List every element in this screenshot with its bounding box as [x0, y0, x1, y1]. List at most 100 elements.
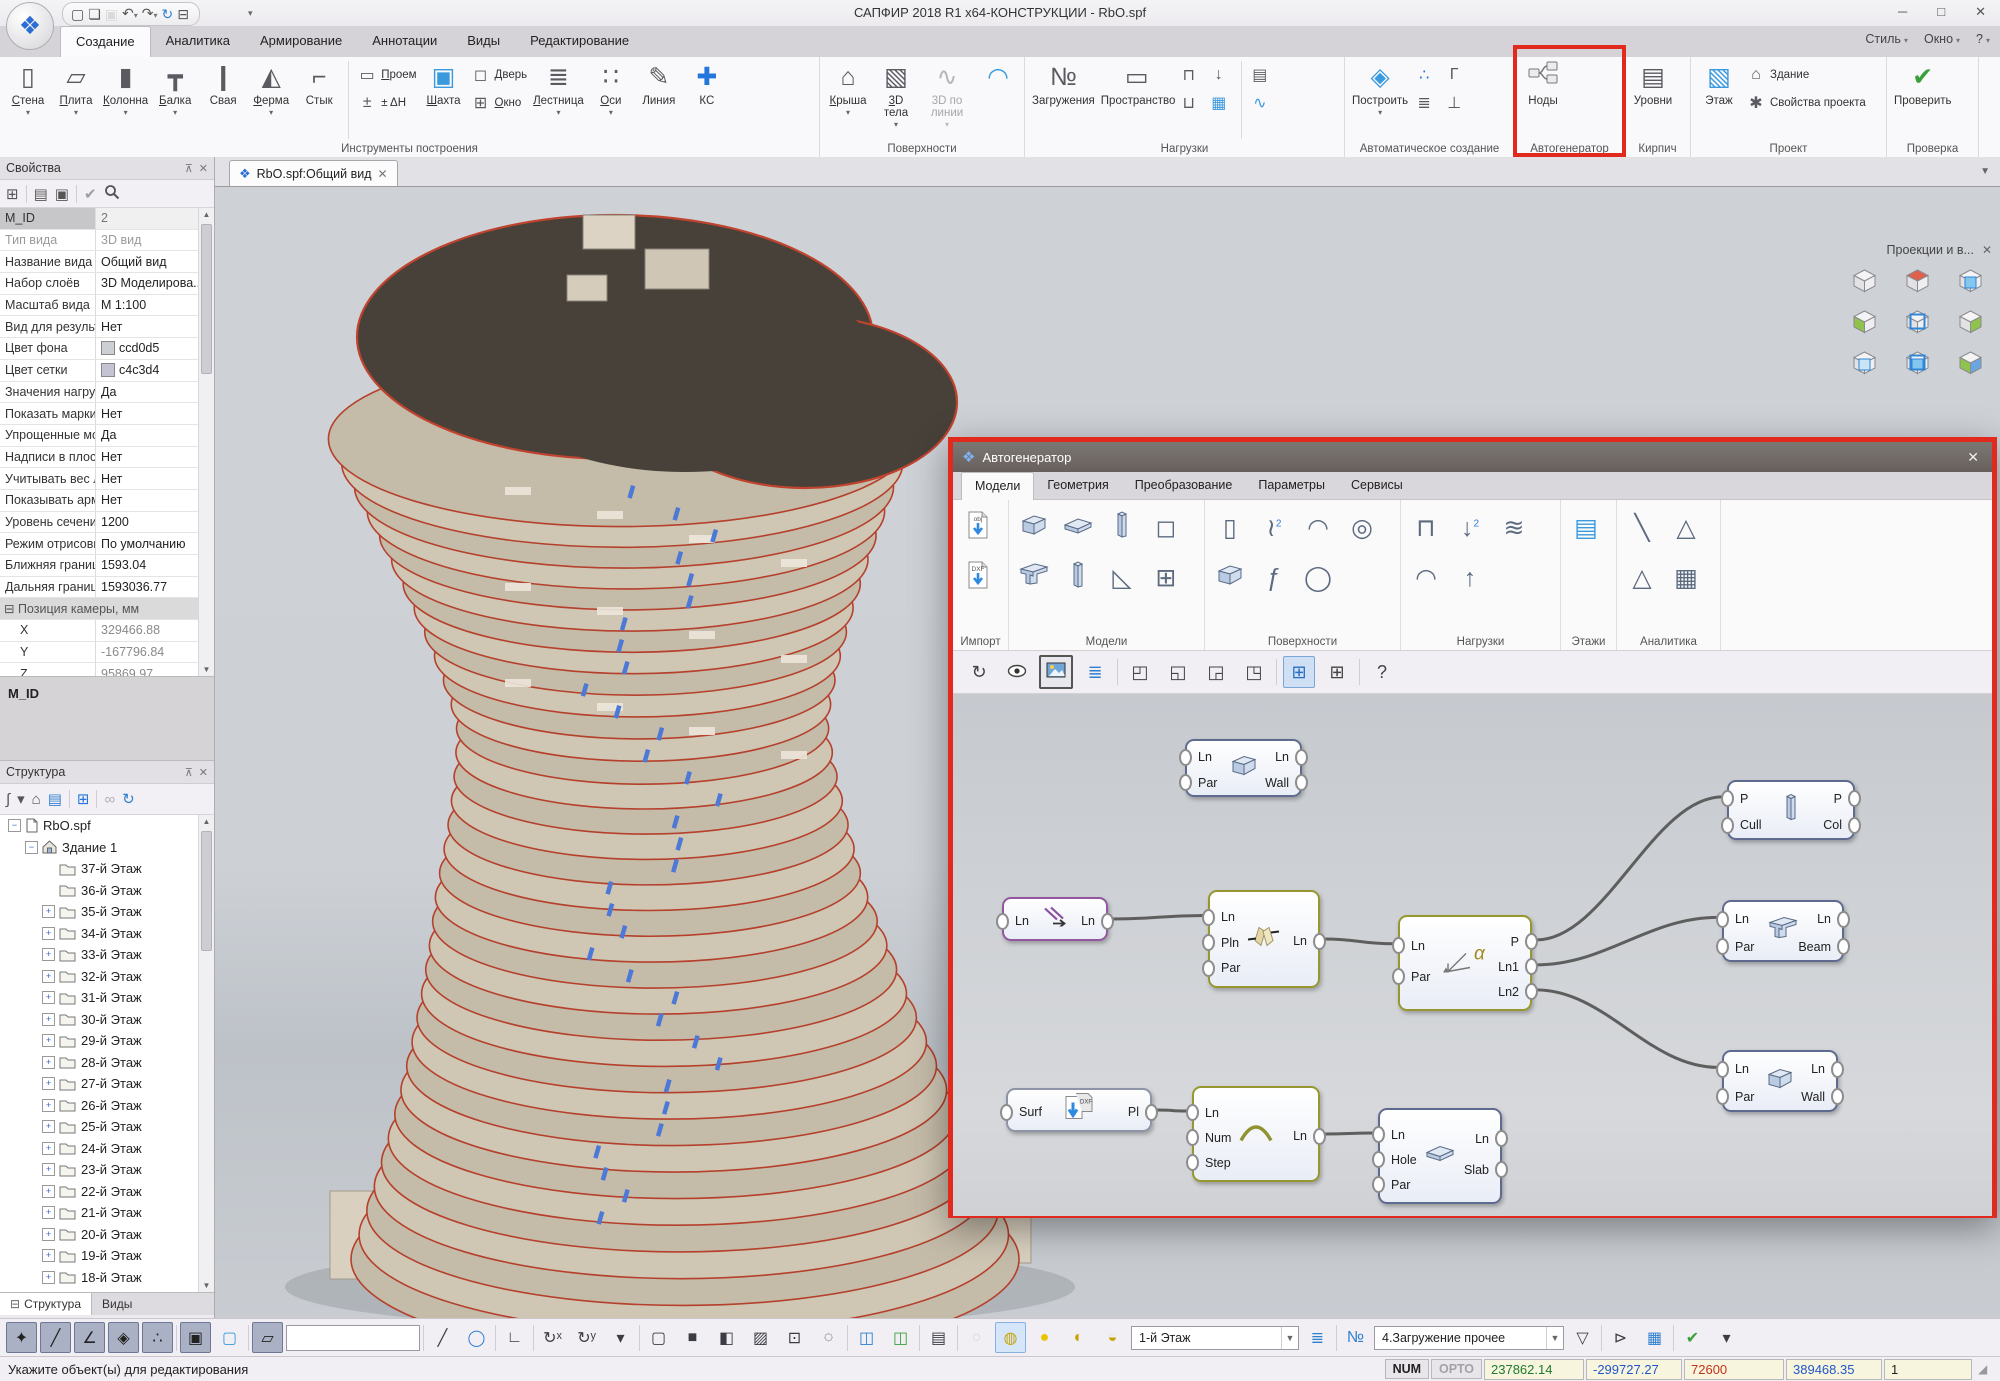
tree-item-21-й Этаж[interactable]: +21-й Этаж	[0, 1202, 214, 1224]
node-split[interactable]: LnPlnParLn	[1208, 890, 1320, 988]
redo-icon[interactable]: ↷▾	[142, 3, 158, 26]
tree-item-29-й Этаж[interactable]: +29-й Этаж	[0, 1030, 214, 1052]
filter-icon[interactable]: ∫	[6, 791, 10, 808]
tree-item-20-й Этаж[interactable]: +20-й Этаж	[0, 1224, 214, 1246]
f-surface-icon[interactable]: ƒ	[1253, 556, 1295, 600]
node-arc[interactable]: LnNumStepLn	[1192, 1086, 1320, 1182]
circle-icon[interactable]: ◯	[461, 1322, 492, 1353]
add-frame-icon[interactable]: ⊞	[77, 790, 90, 808]
wall-icon[interactable]	[1013, 506, 1055, 550]
point-load-icon[interactable]: ↓2	[1449, 506, 1491, 550]
expand-icon[interactable]: +	[42, 1034, 55, 1047]
input-port-Ln[interactable]	[1716, 1061, 1729, 1078]
ribbon-button-Ноды[interactable]: Ноды	[1519, 59, 1567, 107]
ribbon-button-floors-gen-icon[interactable]: ≣	[1414, 91, 1438, 115]
tree-item-23-й Этаж[interactable]: +23-й Этаж	[0, 1159, 214, 1181]
input-port-Ln[interactable]	[1186, 1104, 1199, 1121]
ribbon-button-Колонна[interactable]: ▮Колонна▾	[100, 59, 151, 117]
solid-icon[interactable]: ■	[677, 1322, 708, 1353]
property-value[interactable]: М 1:100	[96, 295, 200, 316]
property-value[interactable]: 1200	[96, 512, 200, 533]
dropdown-arrow-icon[interactable]: ▾	[154, 11, 158, 20]
expand-icon[interactable]: +	[42, 1099, 55, 1112]
ribbon-button-Лестница[interactable]: ≣Лестница▾	[530, 59, 587, 117]
property-value[interactable]: ccd0d5	[96, 338, 200, 359]
tree-item-35-й Этаж[interactable]: +35-й Этаж	[0, 901, 214, 923]
right-view-icon[interactable]	[1957, 308, 1984, 340]
fit-view-icon[interactable]	[1904, 349, 1931, 381]
update-model-icon[interactable]: ↻	[162, 4, 174, 24]
node-canvas[interactable]: LnParLnWallLnLnLnPlnParLnαLnParPLn1Ln2PC…	[953, 694, 1992, 1216]
autogen-tab-Параметры[interactable]: Параметры	[1245, 472, 1338, 499]
tree-item-28-й Этаж[interactable]: +28-й Этаж	[0, 1052, 214, 1074]
layout-grid-icon[interactable]: ⊞	[1321, 656, 1353, 688]
left-view-icon[interactable]	[1851, 308, 1878, 340]
property-value[interactable]: Общий вид	[96, 251, 200, 272]
menu-?[interactable]: ?▾	[1976, 32, 1990, 46]
scroll-thumb[interactable]	[201, 224, 212, 374]
tab-Армирование[interactable]: Армирование	[245, 26, 357, 57]
floor-stack-icon[interactable]: ≣	[1302, 1322, 1333, 1353]
node-col[interactable]: PCullPCol	[1727, 780, 1855, 840]
expand-icon[interactable]: +	[42, 1271, 55, 1284]
snap-perp-icon[interactable]: ∠	[74, 1322, 105, 1353]
revolve-icon[interactable]: ◎	[1341, 506, 1383, 550]
property-group-row[interactable]: ⊟ Позиция камеры, мм	[0, 598, 200, 620]
panel-tab-Структура[interactable]: ⊟Структура	[0, 1293, 92, 1315]
input-port-Ln[interactable]	[1372, 1126, 1385, 1143]
expand-icon[interactable]: +	[42, 905, 55, 918]
hidden-cube-icon[interactable]: ◌	[813, 1322, 844, 1353]
tree-item-31-й Этаж[interactable]: +31-й Этаж	[0, 987, 214, 1009]
close-icon[interactable]: ✕	[1963, 449, 1983, 466]
tree-item-22-й Этаж[interactable]: +22-й Этаж	[0, 1181, 214, 1203]
multi-load-icon[interactable]: ≋	[1493, 506, 1535, 550]
scroll-up-icon[interactable]: ▲	[199, 817, 214, 826]
ribbon-button-Линия[interactable]: ✎Линия	[635, 59, 683, 107]
menu-Стиль[interactable]: Стиль▾	[1865, 32, 1908, 46]
shell-icon[interactable]: ◠	[1297, 506, 1339, 550]
split-view-icon[interactable]	[1957, 349, 1984, 381]
pin-icon[interactable]: ⊼	[185, 766, 193, 779]
output-port-Ln[interactable]	[1313, 933, 1326, 950]
input-port-Hole[interactable]	[1372, 1151, 1385, 1168]
output-port-Col[interactable]	[1848, 817, 1861, 834]
ribbon-button-Стык[interactable]: ⌐Стык	[295, 59, 343, 107]
close-icon[interactable]: ✕	[378, 167, 388, 181]
autogen-tab-Модели[interactable]: Модели	[961, 472, 1034, 500]
scroll-up-icon[interactable]: ▲	[199, 210, 214, 219]
input-port-Pln[interactable]	[1202, 934, 1215, 951]
output-port-Slab[interactable]	[1495, 1161, 1508, 1178]
ribbon-button-Плита[interactable]: ▱Плита▾	[52, 59, 100, 117]
output-port-Beam[interactable]	[1837, 938, 1850, 955]
spline-pair-icon[interactable]: ≀2	[1253, 506, 1295, 550]
structure-scrollbar[interactable]: ▲▼	[198, 815, 214, 1292]
bulb-object-icon[interactable]: ◐	[1063, 1322, 1094, 1353]
property-value[interactable]: 3D Моделирова...	[96, 273, 200, 294]
ribbon-button-3D по линии[interactable]: ∿3D по линии▾	[920, 59, 974, 129]
autogen-tab-Геометрия[interactable]: Геометрия	[1034, 472, 1121, 499]
ribbon-button-3D тела[interactable]: ▧3D тела▾	[872, 59, 920, 129]
input-port-Ln[interactable]	[1202, 909, 1215, 926]
output-port-Wall[interactable]	[1831, 1088, 1844, 1105]
point-arc-load-icon[interactable]: ↑	[1449, 556, 1491, 600]
input-port-Par[interactable]	[1372, 1176, 1385, 1193]
tree-item-19-й Этаж[interactable]: +19-й Этаж	[0, 1245, 214, 1267]
input-port-Par[interactable]	[1179, 774, 1192, 791]
analytic-tri-icon[interactable]: △	[1665, 506, 1707, 550]
list-view-icon[interactable]: ▤	[34, 185, 48, 203]
node-dir[interactable]: LnLn	[1002, 897, 1108, 941]
bulb-off-icon[interactable]: ○	[961, 1322, 992, 1353]
minimize-button[interactable]: ─	[1890, 0, 1915, 24]
ribbon-button-Шахта[interactable]: ▣Шахта	[420, 59, 468, 107]
verify-icon[interactable]: ✔	[1677, 1322, 1708, 1353]
ribbon-button-Этаж[interactable]: ▧Этаж	[1695, 59, 1743, 107]
input-port-Ln[interactable]	[1392, 937, 1405, 954]
property-value[interactable]: 2	[96, 208, 200, 229]
ribbon-button-vehicle-load-icon[interactable]: ▦	[1209, 91, 1233, 115]
ribbon-button-Уровни[interactable]: ▤Уровни	[1629, 59, 1677, 107]
ribbon-button-Построить[interactable]: ◈Построить▾	[1349, 59, 1411, 117]
analytic-mesh-icon[interactable]: ▦	[1665, 556, 1707, 600]
scroll-thumb[interactable]	[201, 831, 212, 951]
window-icon[interactable]: ⊞	[1145, 556, 1187, 600]
property-value[interactable]: По умолчанию	[96, 533, 200, 554]
